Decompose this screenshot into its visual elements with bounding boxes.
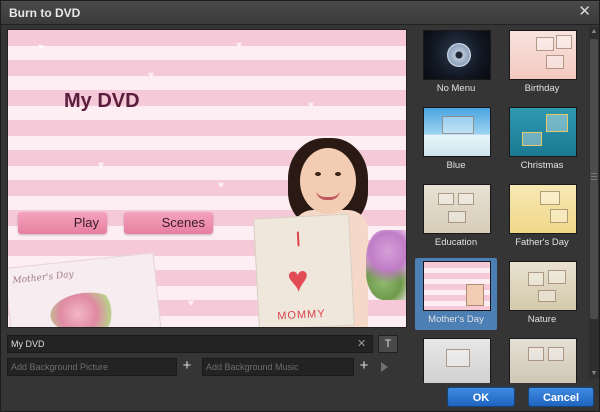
- template-label: Father's Day: [515, 237, 569, 248]
- scroll-up-icon[interactable]: ▲: [589, 27, 599, 37]
- template-mothers-day[interactable]: Mother's Day: [415, 258, 497, 330]
- plus-icon[interactable]: +: [356, 358, 372, 376]
- heart-decoration: ♥: [218, 180, 224, 191]
- heart-decoration: ♥: [188, 298, 194, 309]
- play-menu-button[interactable]: Play: [18, 212, 107, 234]
- template-label: Blue: [446, 160, 466, 171]
- scroll-down-icon[interactable]: ▼: [589, 369, 599, 379]
- grip-line: [591, 176, 597, 177]
- background-music-input[interactable]: [202, 358, 354, 376]
- photo-frame: [556, 35, 572, 49]
- template-thumbnail: [423, 107, 491, 157]
- girl-eye: [335, 172, 341, 176]
- template-item[interactable]: [415, 335, 497, 383]
- clear-icon[interactable]: ✕: [357, 337, 366, 350]
- flowers-image: [48, 289, 123, 327]
- dialog-title: Burn to DVD: [9, 6, 81, 20]
- heart-decoration: ♥: [148, 70, 154, 81]
- photo-frame: [536, 37, 554, 51]
- template-label: No Menu: [436, 83, 476, 94]
- heart-decoration: ♥: [236, 40, 242, 51]
- template-label: Mother's Day: [428, 314, 484, 325]
- template-thumbnail: [509, 261, 577, 311]
- photo-frame: [528, 347, 544, 361]
- mothers-day-card: Mother's Day: [8, 252, 162, 327]
- gallery-scrollbar[interactable]: ▲ ▼: [589, 27, 599, 379]
- scrollbar-thumb[interactable]: [590, 39, 598, 319]
- photo-frame: [548, 347, 564, 361]
- play-icon[interactable]: [381, 362, 388, 372]
- scenes-menu-button[interactable]: Scenes: [124, 212, 213, 234]
- template-thumbnail: [423, 30, 491, 80]
- close-icon[interactable]: ✕: [578, 4, 591, 20]
- template-thumbnail: [509, 30, 577, 80]
- grip-line: [591, 179, 597, 180]
- card-text: Mother's Day: [12, 269, 75, 287]
- photo-frame: [446, 349, 470, 367]
- grip-line: [591, 173, 597, 174]
- photo-frame: [458, 193, 474, 205]
- template-nature[interactable]: Nature: [501, 258, 583, 330]
- template-item[interactable]: [501, 335, 583, 383]
- sign-text: MOMMY: [276, 307, 326, 323]
- photo-frame: [466, 284, 484, 306]
- template-thumbnail: [423, 261, 491, 311]
- photo-frame: [546, 114, 568, 132]
- template-gallery: No Menu Birthday Blue Christmas Educatio…: [413, 25, 589, 383]
- photo-frame: [442, 116, 474, 134]
- heart-icon: ♥: [286, 257, 310, 300]
- disc-icon: [447, 43, 471, 67]
- template-education[interactable]: Education: [415, 181, 497, 253]
- template-label: Education: [434, 237, 478, 248]
- template-fathers-day[interactable]: Father's Day: [501, 181, 583, 253]
- template-label: Nature: [527, 314, 557, 325]
- heart-decoration: ♥: [38, 42, 44, 53]
- title-bar: Burn to DVD ✕: [1, 1, 599, 25]
- sign-letter: I: [294, 227, 302, 252]
- menu-preview: ♥ ♥ ♥ ♥ ♥ ♥ ♥ ♥ My DVD Play Scenes Mothe…: [7, 29, 407, 328]
- photo-frame: [540, 191, 560, 205]
- template-christmas[interactable]: Christmas: [501, 104, 583, 176]
- photo-frame: [448, 211, 466, 223]
- template-thumbnail: [509, 184, 577, 234]
- template-thumbnail: [509, 338, 577, 383]
- photo-frame: [528, 272, 544, 286]
- flowers-image: [366, 230, 406, 300]
- photo-frame: [538, 290, 556, 302]
- heart-decoration: ♥: [308, 100, 314, 111]
- photo-frame: [438, 193, 454, 205]
- photo-frame: [548, 270, 566, 284]
- text-format-button[interactable]: T: [378, 335, 398, 353]
- girl-face: [300, 148, 356, 214]
- template-birthday[interactable]: Birthday: [501, 27, 583, 99]
- template-thumbnail: [509, 107, 577, 157]
- heart-decoration: ♥: [98, 160, 104, 171]
- template-blue[interactable]: Blue: [415, 104, 497, 176]
- template-thumbnail: [423, 338, 491, 383]
- dvd-menu-title: My DVD: [64, 90, 140, 112]
- template-label: Birthday: [524, 83, 560, 94]
- dvd-title-input[interactable]: [7, 335, 373, 353]
- cancel-button[interactable]: Cancel: [528, 387, 594, 407]
- photo-frame: [546, 55, 564, 69]
- photo-frame: [522, 132, 542, 146]
- plus-icon[interactable]: +: [179, 358, 195, 376]
- photo-frame: [550, 209, 568, 223]
- background-picture-input[interactable]: [7, 358, 177, 376]
- girl-eye: [315, 172, 321, 176]
- burn-dvd-dialog: Burn to DVD ✕ ♥ ♥ ♥ ♥ ♥ ♥ ♥ ♥ My DVD Pla…: [0, 0, 600, 412]
- template-thumbnail: [423, 184, 491, 234]
- mommy-sign: I ♥ MOMMY: [253, 213, 355, 327]
- template-label: Christmas: [520, 160, 564, 171]
- ok-button[interactable]: OK: [447, 387, 515, 407]
- template-no-menu[interactable]: No Menu: [415, 27, 497, 99]
